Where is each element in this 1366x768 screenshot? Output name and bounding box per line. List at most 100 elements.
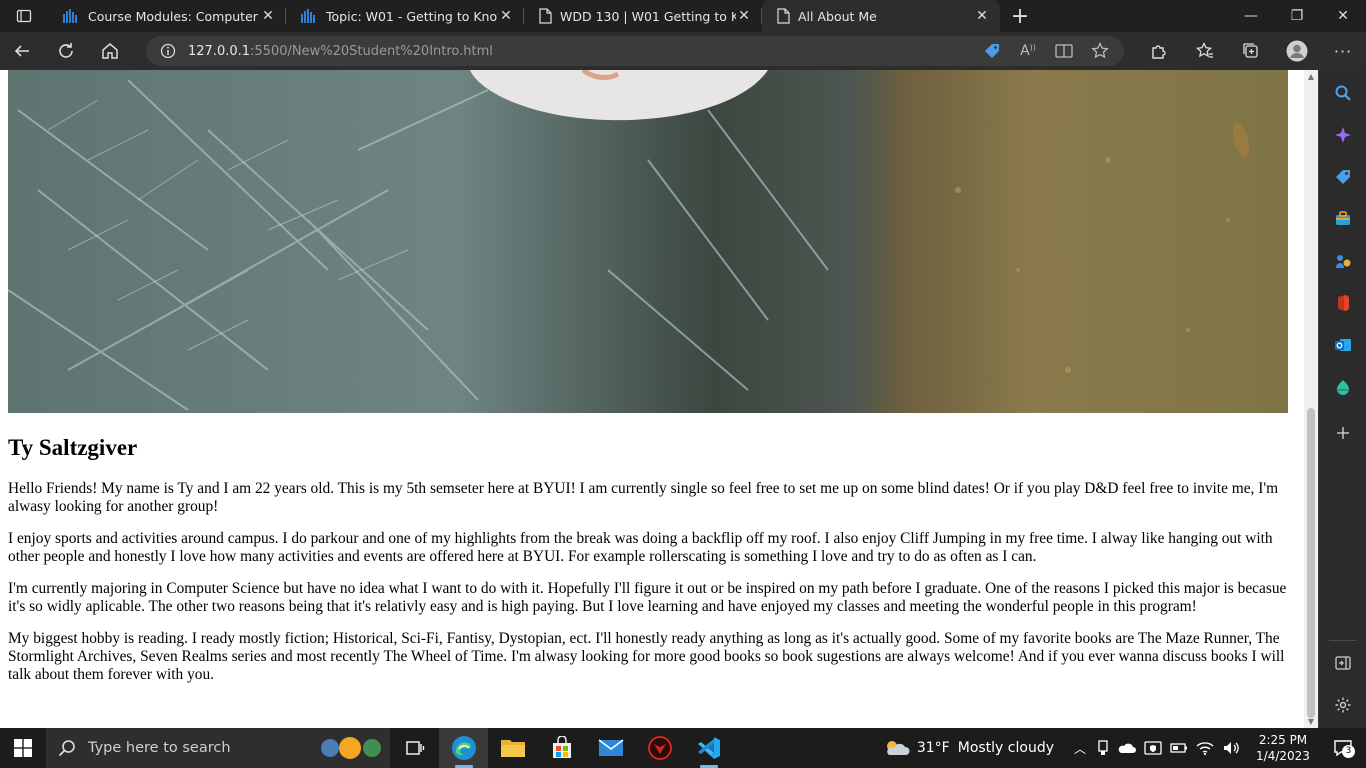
- info-icon[interactable]: [160, 43, 176, 59]
- security-center-icon[interactable]: [1144, 740, 1162, 756]
- sidebar-tools-icon[interactable]: [1319, 204, 1366, 234]
- url-path: :5500/New%20Student%20Intro.html: [250, 43, 493, 59]
- weather-desc[interactable]: Mostly cloudy: [958, 740, 1054, 756]
- edge-browser-icon: [451, 736, 476, 760]
- task-view-button[interactable]: [390, 728, 439, 768]
- scroll-down-arrow-icon[interactable]: ▼: [1304, 717, 1318, 726]
- store-bag-icon: [552, 736, 571, 758]
- sidebar-shopping-icon[interactable]: [1319, 162, 1366, 192]
- mail-envelope-icon: [598, 739, 623, 756]
- refresh-button[interactable]: [44, 32, 88, 70]
- folder-icon: [500, 740, 525, 757]
- onedrive-cloud-icon[interactable]: [1118, 741, 1136, 755]
- close-tab-icon[interactable]: ✕: [736, 8, 752, 24]
- wifi-icon[interactable]: [1196, 740, 1214, 756]
- close-window-icon[interactable]: ✕: [1320, 0, 1366, 32]
- intro-content: Ty Saltzgiver Hello Friends! My name is …: [8, 432, 1296, 698]
- favorites-icon[interactable]: [1182, 42, 1228, 60]
- sidebar-drop-icon[interactable]: [1319, 372, 1366, 402]
- taskbar-file-explorer[interactable]: [488, 728, 537, 768]
- taskbar-search-box[interactable]: Type here to search: [46, 728, 390, 768]
- volume-icon[interactable]: [1222, 740, 1240, 756]
- canvas-icon: [63, 9, 77, 23]
- coupon-tag-icon[interactable]: [974, 42, 1010, 60]
- windows-logo-icon: [14, 739, 32, 757]
- page-viewport: Ty Saltzgiver Hello Friends! My name is …: [0, 70, 1304, 728]
- battery-icon[interactable]: [1170, 742, 1188, 754]
- browser-toolbar: 127.0.0.1:5500/New%20Student%20Intro.htm…: [0, 32, 1366, 70]
- scrollbar-thumb[interactable]: [1307, 408, 1315, 718]
- weather-cloud-icon[interactable]: [883, 737, 911, 759]
- sidebar-games-icon[interactable]: [1319, 246, 1366, 276]
- taskbar-game-app[interactable]: [635, 728, 684, 768]
- immersive-reader-icon[interactable]: [1046, 43, 1082, 59]
- tab-all-about-me[interactable]: All About Me ✕: [762, 0, 1000, 32]
- back-arrow-icon: [14, 45, 29, 57]
- notification-center-button[interactable]: 3: [1320, 739, 1366, 758]
- settings-more-icon[interactable]: ···: [1320, 42, 1366, 61]
- address-bar-actions: A)): [974, 36, 1118, 66]
- profile-photo: [8, 70, 1288, 413]
- tab-title: WDD 130 | W01 Getting to Know: [560, 8, 736, 24]
- extensions-icon[interactable]: [1136, 42, 1182, 60]
- tab-title: Course Modules: Computer Syste: [88, 8, 260, 24]
- taskbar-vscode[interactable]: [684, 728, 733, 768]
- taskbar-edge[interactable]: [439, 728, 488, 768]
- usb-device-icon[interactable]: [1096, 740, 1110, 756]
- close-tab-icon[interactable]: ✕: [498, 8, 514, 24]
- search-placeholder: Type here to search: [88, 740, 231, 756]
- sidebar-hide-icon[interactable]: [1319, 648, 1366, 678]
- notification-count-badge: 3: [1342, 745, 1355, 758]
- read-aloud-icon[interactable]: A)): [1010, 43, 1046, 59]
- url-text[interactable]: 127.0.0.1:5500/New%20Student%20Intro.htm…: [188, 44, 493, 59]
- sidebar-outlook-icon[interactable]: [1319, 330, 1366, 360]
- home-button[interactable]: [88, 32, 132, 70]
- page-icon: [777, 8, 790, 24]
- canvas-icon: [301, 9, 315, 23]
- browser-right-tools: ···: [1136, 32, 1366, 70]
- sidebar-search-icon[interactable]: [1319, 78, 1366, 108]
- intro-paragraph: Hello Friends! My name is Ty and I am 22…: [8, 480, 1279, 515]
- sidebar-add-icon[interactable]: [1319, 418, 1366, 448]
- minimize-icon[interactable]: —: [1228, 0, 1274, 32]
- profile-avatar-icon[interactable]: [1274, 40, 1320, 62]
- page-title: Ty Saltzgiver: [8, 435, 138, 460]
- sidebar-divider: [1329, 640, 1357, 641]
- back-button[interactable]: [0, 32, 44, 70]
- tab-title: Topic: W01 - Getting to Know Yo: [326, 8, 498, 24]
- refresh-icon: [59, 43, 73, 58]
- start-button[interactable]: [0, 728, 46, 768]
- tab-actions-button[interactable]: [0, 0, 48, 32]
- scroll-up-arrow-icon[interactable]: ▲: [1304, 72, 1318, 81]
- tab-strip: Course Modules: Computer Syste ✕ Topic: …: [0, 0, 1366, 32]
- home-icon: [102, 43, 118, 59]
- show-hidden-icons-chevron-icon[interactable]: ︿: [1074, 740, 1086, 757]
- tab-topic-w01[interactable]: Topic: W01 - Getting to Know Yo ✕: [286, 0, 524, 32]
- close-tab-icon[interactable]: ✕: [974, 8, 990, 24]
- close-tab-icon[interactable]: ✕: [260, 8, 276, 24]
- address-bar[interactable]: 127.0.0.1:5500/New%20Student%20Intro.htm…: [146, 36, 1124, 66]
- weather-temp[interactable]: 31°F: [917, 740, 950, 756]
- new-tab-button[interactable]: +: [1000, 0, 1040, 32]
- favorite-add-icon[interactable]: [1082, 42, 1118, 60]
- taskbar-mail[interactable]: [586, 728, 635, 768]
- edge-sidebar: [1318, 70, 1366, 728]
- taskbar-store[interactable]: [537, 728, 586, 768]
- sidebar-settings-gear-icon[interactable]: [1319, 690, 1366, 720]
- restore-icon[interactable]: ❐: [1274, 0, 1320, 32]
- sidebar-discover-icon[interactable]: [1319, 120, 1366, 150]
- tab-title: All About Me: [798, 8, 877, 24]
- tab-wdd130[interactable]: WDD 130 | W01 Getting to Know ✕: [524, 0, 762, 32]
- reading-paragraph: My biggest hobby is reading. I ready mos…: [8, 630, 1285, 683]
- tab-course-modules[interactable]: Course Modules: Computer Syste ✕: [48, 0, 286, 32]
- sidebar-office-icon[interactable]: [1319, 288, 1366, 318]
- page-icon: [539, 8, 552, 24]
- task-view-icon: [405, 741, 424, 755]
- system-clock[interactable]: 2:25 PM 1/4/2023: [1246, 732, 1320, 764]
- windows-taskbar: Type here to search 31°F Mostly cloudy ︿…: [0, 728, 1366, 768]
- search-highlight-sun-icon: [321, 737, 381, 759]
- collections-icon[interactable]: [1228, 42, 1274, 60]
- window-controls: — ❐ ✕: [1228, 0, 1366, 32]
- page-scrollbar[interactable]: ▲ ▼: [1304, 70, 1318, 728]
- activities-paragraph: I enjoy sports and activities around cam…: [8, 530, 1273, 565]
